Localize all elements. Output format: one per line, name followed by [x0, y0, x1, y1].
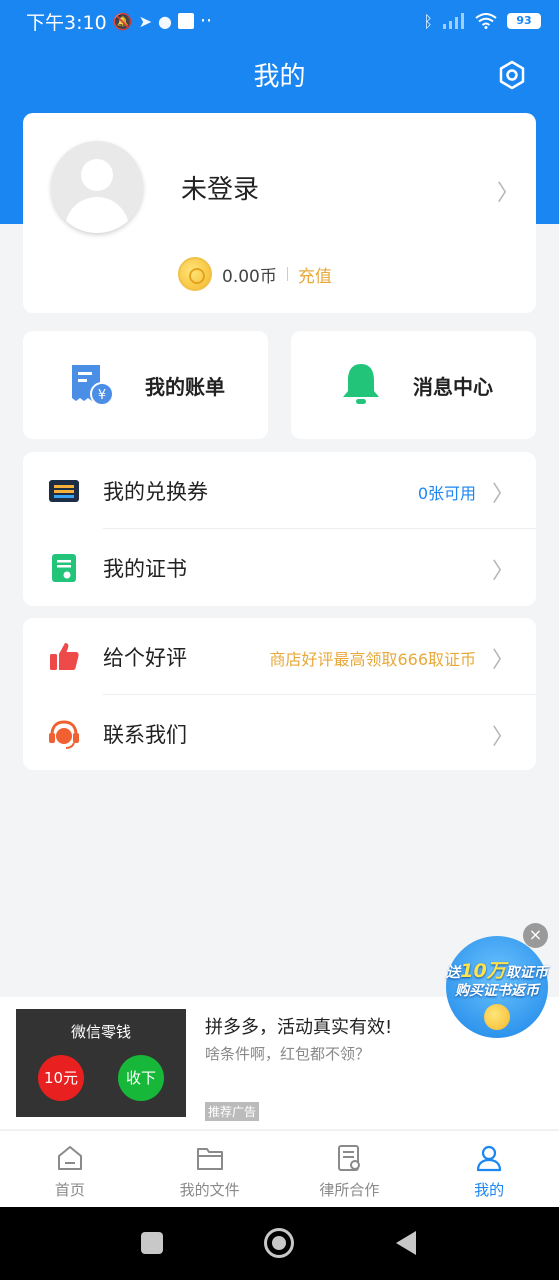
rate-us-item[interactable]: 给个好评 商店好评最高领取666取证币 〉 — [23, 618, 536, 695]
contact-us-item[interactable]: 联系我们 〉 — [23, 695, 536, 772]
list-group-2: 给个好评 商店好评最高领取666取证币 〉 联系我们 〉 — [23, 618, 536, 770]
chevron-right-icon: 〉 — [491, 482, 514, 507]
messages-label: 消息中心 — [413, 375, 493, 399]
document-icon — [338, 1145, 361, 1171]
more-notifications: ·· — [199, 10, 213, 32]
vouchers-item[interactable]: 我的兑换券 0张可用 〉 — [23, 452, 536, 529]
close-icon[interactable]: × — [523, 923, 548, 948]
rate-us-label: 给个好评 — [103, 646, 187, 670]
bills-label: 我的账单 — [145, 375, 225, 399]
thumbs-up-icon — [50, 643, 79, 670]
svg-text:¥: ¥ — [98, 388, 106, 403]
ad-thumbnail-amount: 10元 — [38, 1055, 84, 1101]
certificates-item[interactable]: 我的证书 〉 — [23, 529, 536, 606]
contact-us-label: 联系我们 — [103, 723, 187, 747]
signal-icon — [443, 13, 464, 29]
ad-tag: 推荐广告 — [205, 1102, 260, 1121]
profile-card[interactable]: 未登录 〉 0.00币 充值 — [23, 113, 536, 313]
vouchers-available: 0张可用 — [417, 484, 476, 503]
promo-line-2: 购买证书返币 — [455, 983, 539, 999]
tab-mine[interactable]: 我的 — [419, 1131, 559, 1207]
headset-icon — [49, 720, 79, 749]
page-title: 我的 — [253, 62, 306, 92]
promo-line-1: 送10万取证币 — [446, 960, 548, 982]
tab-label: 我的文件 — [179, 1181, 240, 1199]
home-icon — [57, 1146, 82, 1170]
promo-badge[interactable]: 送10万取证币 购买证书返币 — [442, 936, 552, 1040]
notification-icon — [177, 13, 194, 29]
coin-icon — [484, 1004, 510, 1030]
ad-thumbnail-accept: 收下 — [118, 1055, 164, 1101]
avatar[interactable] — [51, 141, 143, 233]
system-nav-bar — [0, 1207, 559, 1280]
status-time: 下午3:10 — [26, 11, 107, 34]
vouchers-label: 我的兑换券 — [103, 480, 208, 504]
bluetooth-icon: ᛒ — [423, 11, 433, 31]
tab-law-firm[interactable]: 律所合作 — [280, 1131, 420, 1207]
tab-label: 律所合作 — [319, 1181, 380, 1199]
tab-label: 首页 — [54, 1181, 85, 1199]
status-bar: 下午3:10 🔕 ➤ ● ·· ᛒ 93 — [0, 0, 559, 42]
list-group-1: 我的兑换券 0张可用 〉 我的证书 〉 — [23, 452, 536, 606]
coin-balance: 0.00币 — [222, 266, 277, 287]
battery-indicator: 93 — [507, 13, 541, 29]
home-button[interactable] — [264, 1228, 294, 1258]
divider — [286, 267, 288, 281]
certificates-label: 我的证书 — [103, 557, 187, 581]
mute-icon: 🔕 — [112, 11, 133, 31]
chat-icon: ● — [158, 11, 172, 31]
chevron-right-icon: 〉 — [491, 648, 514, 673]
ad-subtitle: 啥条件啊，红包都不领？ — [205, 1045, 371, 1063]
settings-icon[interactable] — [497, 60, 527, 90]
back-button[interactable] — [396, 1231, 416, 1255]
ad-title[interactable]: 拼多多，活动真实有效! — [205, 1013, 392, 1039]
coin-balance-row: 0.00币 充值 — [178, 256, 332, 292]
bottom-tab-bar: 首页 我的文件 律所合作 我的 — [0, 1130, 559, 1207]
telegram-icon: ➤ — [138, 11, 152, 31]
recent-apps-button[interactable] — [141, 1232, 163, 1254]
ad-thumbnail-title: 微信零钱 — [70, 1023, 131, 1041]
recharge-button[interactable]: 充值 — [298, 262, 332, 287]
bill-icon: ¥ — [72, 365, 114, 406]
user-icon — [477, 1145, 502, 1172]
wifi-icon — [475, 13, 497, 29]
chevron-right-icon: 〉 — [497, 181, 520, 206]
bell-icon — [343, 364, 379, 404]
bills-button[interactable]: ¥ 我的账单 — [23, 331, 268, 439]
voucher-icon — [49, 480, 79, 502]
folder-icon — [196, 1148, 223, 1170]
ad-thumbnail[interactable]: 微信零钱 10元 收下 — [16, 1009, 186, 1117]
message-center-button[interactable]: 消息中心 — [291, 331, 536, 439]
rate-us-reward: 商店好评最高领取666取证币 — [269, 650, 476, 669]
chevron-right-icon: 〉 — [491, 559, 514, 584]
tab-label: 我的 — [474, 1181, 505, 1199]
login-status[interactable]: 未登录 — [181, 169, 259, 206]
coin-icon — [178, 257, 212, 291]
tab-home[interactable]: 首页 — [0, 1131, 140, 1207]
tab-my-files[interactable]: 我的文件 — [140, 1131, 280, 1207]
certificate-icon — [52, 554, 76, 582]
chevron-right-icon: 〉 — [491, 725, 514, 750]
